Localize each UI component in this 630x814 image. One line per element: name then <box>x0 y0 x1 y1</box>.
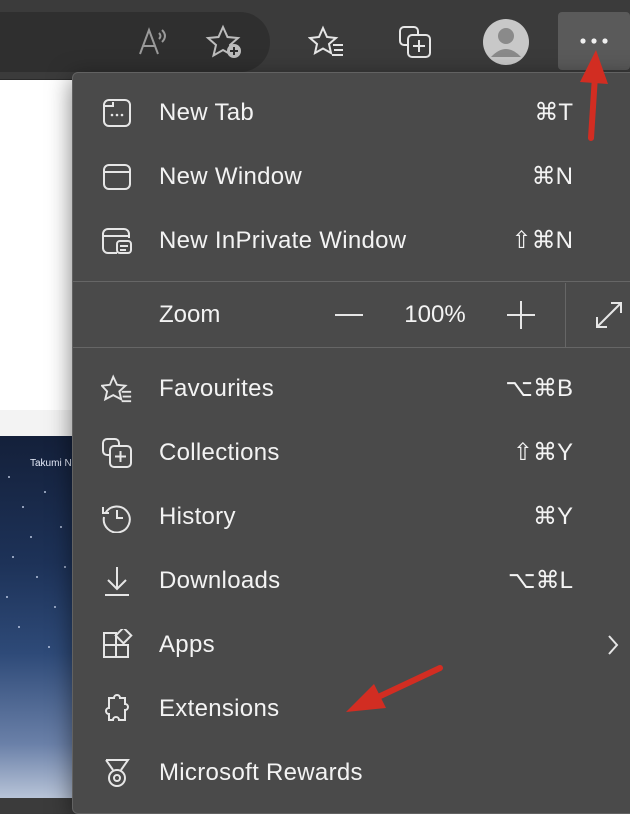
menu-item-downloads[interactable]: Downloads ⌥⌘L <box>73 549 630 613</box>
fullscreen-button[interactable] <box>587 295 630 335</box>
read-aloud-icon[interactable] <box>132 22 172 62</box>
browser-toolbar <box>0 0 630 80</box>
zoom-out-button[interactable] <box>329 295 369 335</box>
rewards-medal-icon <box>101 757 133 789</box>
web-page-divider <box>0 410 72 436</box>
fullscreen-expand-icon <box>596 302 622 328</box>
collections-icon[interactable] <box>394 22 436 62</box>
menu-item-favourites[interactable]: Favourites ⌥⌘B <box>73 357 630 421</box>
menu-item-label: Downloads <box>159 567 281 594</box>
plus-icon <box>507 301 535 329</box>
zoom-control: Zoom 100% <box>73 283 630 347</box>
zoom-in-button[interactable] <box>501 295 541 335</box>
minus-icon <box>335 314 363 316</box>
web-page-night-sky-image: Takumi N <box>0 436 72 798</box>
download-icon <box>101 565 133 597</box>
menu-item-label: New InPrivate Window <box>159 227 407 254</box>
menu-item-label: New Window <box>159 163 303 190</box>
menu-separator <box>73 347 630 348</box>
menu-item-shortcut: ⌥⌘L <box>507 567 573 594</box>
menu-item-new-tab[interactable]: New Tab ⌘T <box>73 81 630 145</box>
menu-item-shortcut: ⌘T <box>534 99 573 126</box>
menu-item-label: History <box>159 503 236 530</box>
menu-item-shortcut: ⇧⌘N <box>511 227 573 254</box>
chevron-right-icon <box>601 633 625 657</box>
menu-item-history[interactable]: History ⌘Y <box>73 485 630 549</box>
menu-item-shortcut: ⌥⌘B <box>505 375 573 402</box>
menu-item-new-window[interactable]: New Window ⌘N <box>73 145 630 209</box>
menu-item-shortcut: ⌘N <box>531 163 573 190</box>
favourites-icon[interactable] <box>306 22 348 62</box>
zoom-label: Zoom <box>159 301 221 328</box>
menu-item-label: Extensions <box>159 695 280 722</box>
menu-item-microsoft-rewards[interactable]: Microsoft Rewards <box>73 741 630 805</box>
menu-item-shortcut: ⇧⌘Y <box>512 439 573 466</box>
menu-item-label: Apps <box>159 631 215 658</box>
new-tab-icon <box>101 97 133 129</box>
menu-separator <box>73 281 630 282</box>
favourites-icon <box>101 373 133 405</box>
more-options-button[interactable] <box>558 12 630 70</box>
profile-avatar-icon[interactable] <box>482 18 530 66</box>
menu-item-new-inprivate-window[interactable]: New InPrivate Window ⇧⌘N <box>73 209 630 273</box>
menu-item-collections[interactable]: Collections ⇧⌘Y <box>73 421 630 485</box>
extensions-icon <box>101 693 133 725</box>
page-caption: Takumi N <box>30 458 72 469</box>
apps-icon <box>101 629 133 661</box>
menu-item-apps[interactable]: Apps <box>73 613 630 677</box>
new-window-icon <box>101 161 133 193</box>
zoom-separator <box>565 283 566 347</box>
inprivate-window-icon <box>101 225 133 257</box>
menu-item-label: Collections <box>159 439 280 466</box>
more-options-icon <box>580 38 608 44</box>
collections-icon <box>101 437 133 469</box>
menu-item-label: Favourites <box>159 375 275 402</box>
history-icon <box>101 501 133 533</box>
browser-settings-menu: New Tab ⌘T New Window ⌘N New InPrivate W… <box>72 72 630 814</box>
menu-item-extensions[interactable]: Extensions <box>73 677 630 741</box>
menu-item-shortcut: ⌘Y <box>532 503 573 530</box>
menu-item-label: Microsoft Rewards <box>159 759 363 786</box>
menu-item-label: New Tab <box>159 99 255 126</box>
add-favourite-icon[interactable] <box>204 22 246 62</box>
web-page-content <box>0 80 72 410</box>
zoom-value: 100% <box>404 301 466 328</box>
